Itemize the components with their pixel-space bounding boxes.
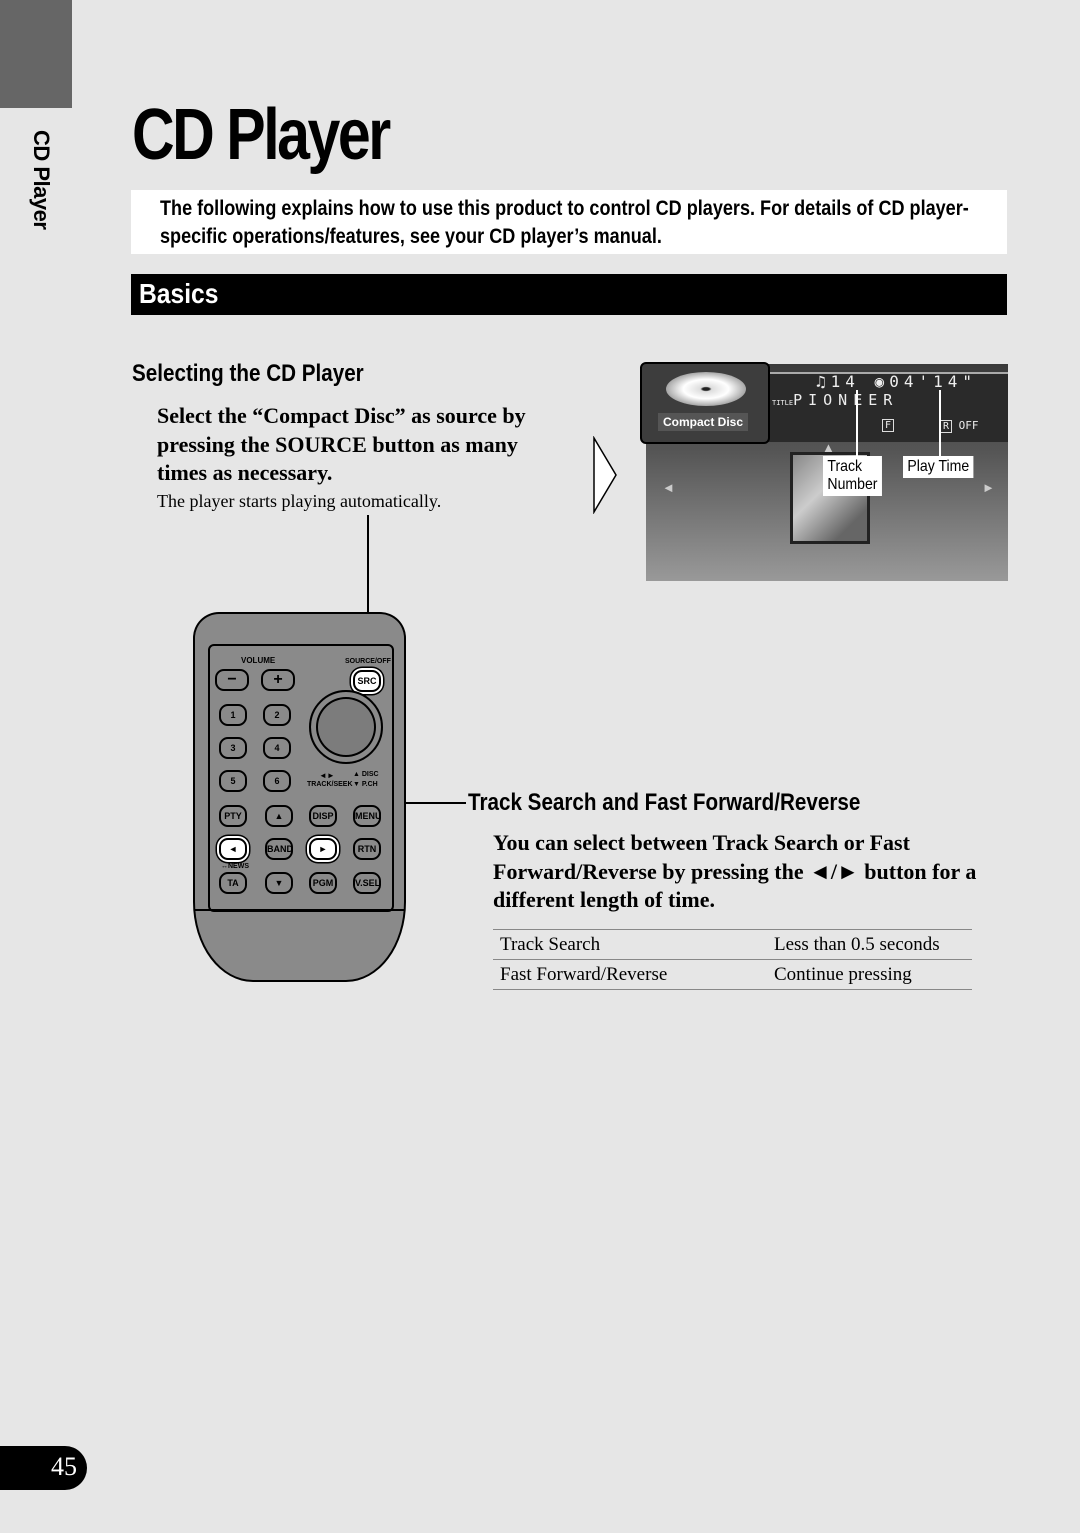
track-seek-arrows: ◄► (319, 771, 335, 780)
page-number: 45 (51, 1452, 77, 1481)
table-cell-action: Track Search (493, 929, 767, 960)
selecting-step: Select the “Compact Disc” as source by p… (157, 402, 526, 488)
selecting-heading: Selecting the CD Player (132, 360, 364, 387)
track-seek-label: TRACK/SEEK (307, 781, 353, 788)
down-button[interactable]: ▼ (265, 872, 293, 894)
pch-label: ▼ P.CH (353, 781, 378, 788)
note-icon: ♫ (816, 372, 831, 391)
step-line: different length of time. (493, 887, 715, 912)
source-label: Compact Disc (658, 413, 748, 431)
left-button[interactable]: ◄ (219, 838, 247, 860)
chapter-side-label: CD Player (29, 130, 54, 230)
ta-button[interactable]: TA (219, 872, 247, 894)
page-number-tab: 45 (0, 1446, 87, 1490)
right-arrow-icon: ► (982, 480, 995, 495)
intro-box: The following explains how to use this p… (131, 190, 1007, 254)
table-row: Track Search Less than 0.5 seconds (493, 929, 972, 960)
pgm-button[interactable]: PGM (309, 872, 337, 894)
title-text: PIONEER (793, 391, 899, 409)
news-label: ↔NEWS (221, 863, 249, 870)
vsel-button[interactable]: V.SEL (353, 872, 381, 894)
up-button[interactable]: ▲ (265, 805, 293, 827)
preset-1-button[interactable]: 1 (219, 704, 247, 726)
volume-up-button[interactable]: + (261, 669, 295, 691)
disc-icon (666, 372, 746, 406)
source-off-label: SOURCE/OFF (345, 658, 391, 665)
track-number-value: 14 (830, 372, 860, 391)
preset-2-button[interactable]: 2 (263, 704, 291, 726)
right-button[interactable]: ► (309, 838, 337, 860)
title-readout: TITLEPIONEER (772, 391, 898, 409)
clock-icon: ◉ (874, 372, 890, 391)
preset-4-button[interactable]: 4 (263, 737, 291, 759)
selecting-note: The player starts playing automatically. (157, 491, 442, 511)
f-indicator: F (882, 419, 894, 432)
joystick-dial[interactable] (309, 690, 383, 764)
repeat-indicator: R OFF (940, 419, 979, 433)
step-line: Forward/Reverse by pressing the ◄/► butt… (493, 858, 977, 884)
menu-button[interactable]: MENU (353, 805, 382, 827)
time-leader-line (939, 390, 941, 456)
src-button[interactable]: SRC (353, 670, 381, 692)
press-duration-table: Track Search Less than 0.5 seconds Fast … (493, 929, 972, 990)
chapter-tab-block (0, 0, 72, 108)
track-search-step: You can select between Track Search or F… (493, 829, 976, 915)
source-tile: Compact Disc (640, 362, 770, 444)
play-time-value: 04'14" (889, 372, 977, 391)
rtn-button[interactable]: RTN (353, 838, 381, 860)
volume-down-button[interactable]: − (215, 669, 249, 691)
table-cell-duration: Continue pressing (767, 959, 972, 990)
disc-label: ▲ DISC (353, 771, 379, 778)
page-title: CD Player (132, 95, 391, 175)
left-arrow-icon: ◄ (662, 480, 675, 495)
up-arrow-icon: ▲ (822, 440, 835, 455)
pty-button[interactable]: PTY (219, 805, 247, 827)
step-line: You can select between Track Search or F… (493, 830, 910, 855)
repeat-status: OFF (958, 419, 979, 432)
section-title: Basics (139, 278, 219, 309)
track-leader-line (856, 390, 858, 456)
table-cell-action: Fast Forward/Reverse (493, 959, 767, 990)
volume-label: VOLUME (241, 656, 276, 665)
intro-text: The following explains how to use this p… (160, 197, 969, 248)
preset-6-button[interactable]: 6 (263, 770, 291, 792)
preset-5-button[interactable]: 5 (219, 770, 247, 792)
disp-button[interactable]: DISP (309, 805, 337, 827)
track-number-callout: Track Number (823, 456, 882, 496)
play-time-callout: Play Time (903, 456, 974, 478)
step-line: pressing the SOURCE button as many (157, 431, 518, 457)
table-row: Fast Forward/Reverse Continue pressing (493, 959, 972, 990)
step-line: times as necessary. (157, 460, 333, 485)
step-line: Select the “Compact Disc” as source by (157, 403, 526, 428)
next-arrow-icon (593, 436, 617, 514)
remote-control: VOLUME SOURCE/OFF − + SRC 1 2 3 4 5 6 ◄►… (193, 612, 406, 982)
table-cell-duration: Less than 0.5 seconds (767, 929, 972, 960)
section-header-bar: Basics (131, 274, 1007, 315)
track-search-heading: Track Search and Fast Forward/Reverse (468, 789, 861, 816)
preset-3-button[interactable]: 3 (219, 737, 247, 759)
title-badge: TITLE (772, 399, 794, 407)
band-button[interactable]: BAND (265, 838, 293, 860)
track-readout: ♫14 ◉04'14" (816, 372, 977, 391)
